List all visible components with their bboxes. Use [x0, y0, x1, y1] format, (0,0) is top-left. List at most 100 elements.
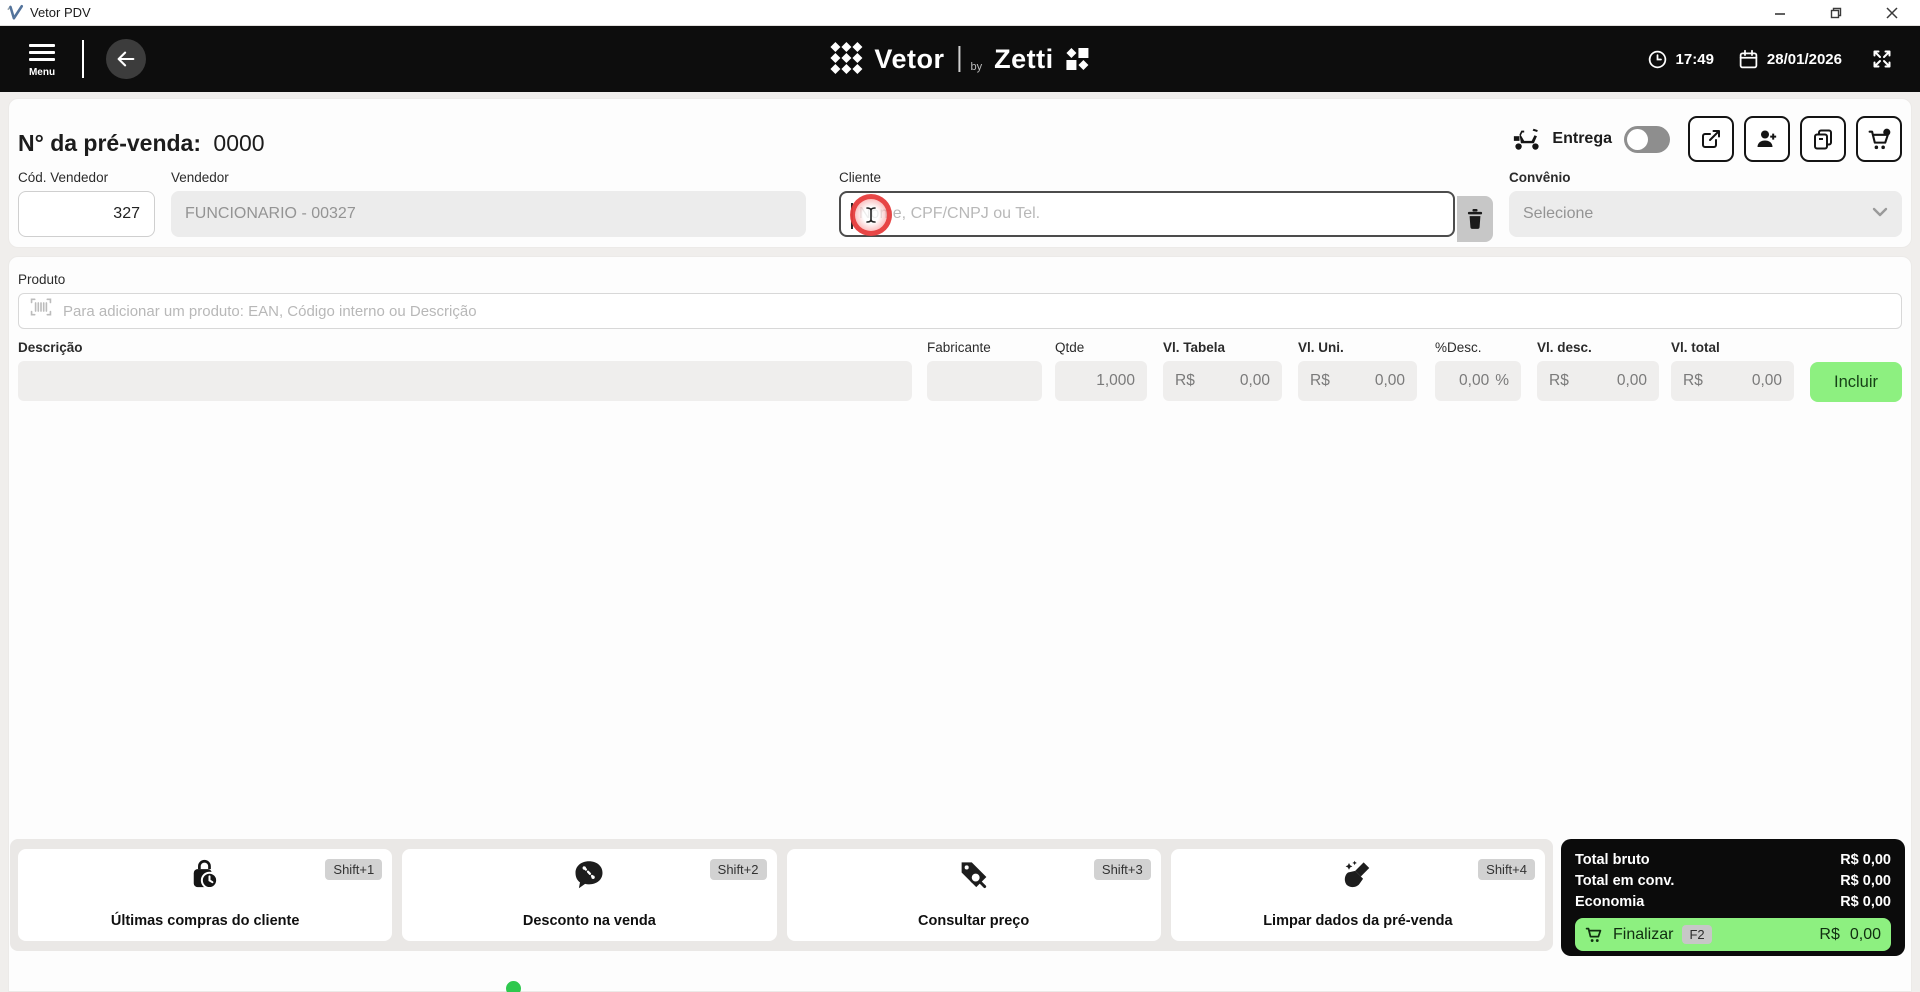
currency-symbol: R$ [1683, 372, 1703, 389]
copy-icon [1814, 129, 1832, 150]
header-divider [82, 40, 84, 78]
currency-symbol: R$ [1310, 372, 1330, 389]
shortcut-key-badge: Shift+1 [325, 859, 383, 880]
add-client-button[interactable] [1744, 116, 1790, 162]
fabricante-label: Fabricante [927, 340, 991, 355]
brand-company: Zetti [994, 43, 1054, 74]
finalizar-label: Finalizar [1613, 925, 1674, 943]
vl-tabela-field: Vl. Tabela R$ 0,00 [1163, 340, 1282, 401]
shortcut-label: Desconto na venda [522, 913, 656, 929]
shortcut-label: Últimas compras do cliente [110, 913, 300, 929]
cart-button[interactable] [1856, 116, 1902, 162]
produto-input[interactable] [18, 293, 1902, 329]
fabricante-value [927, 361, 1042, 401]
calendar-icon [1739, 49, 1758, 68]
back-arrow-icon [117, 51, 135, 67]
currency-symbol: R$ [1175, 372, 1195, 389]
hamburger-icon [29, 40, 55, 65]
cliente-input[interactable] [839, 191, 1455, 237]
vl-tabela-value: R$ 0,00 [1163, 361, 1282, 401]
shortcut-limpar-dados[interactable]: Shift+4 Limpar dados da pré-venda [1170, 849, 1545, 941]
produto-field: Produto [18, 272, 1902, 329]
pdesc-field: %Desc. 0,00 % [1435, 340, 1521, 401]
vl-desc-value: R$ 0,00 [1537, 361, 1659, 401]
status-dot [506, 981, 521, 992]
app-title: Vetor PDV [30, 5, 91, 20]
app-logo-v-icon [7, 4, 24, 20]
restore-icon[interactable] [1808, 0, 1864, 25]
finalizar-value: R$ 0,00 [1819, 926, 1881, 944]
entrega-toggle[interactable] [1624, 125, 1670, 153]
delivery-scooter-icon [1514, 128, 1540, 150]
presale-actions: Entrega [1512, 114, 1902, 164]
header-clock-area: 17:49 28/01/2026 [1647, 46, 1900, 72]
zetti-mark-icon [1066, 48, 1089, 70]
fullscreen-button[interactable] [1864, 46, 1900, 72]
menu-label: Menu [28, 67, 56, 78]
incluir-button[interactable]: Incluir [1810, 362, 1902, 402]
amount: 0,00 [1751, 372, 1782, 389]
person-add-icon [1757, 130, 1777, 147]
shortcut-consultar-preco[interactable]: Shift+3 Consultar preço [786, 849, 1161, 941]
cod-vendedor-label: Cód. Vendedor [18, 170, 109, 185]
fabricante-field: Fabricante [927, 340, 1042, 401]
shortcut-key-badge: Shift+2 [709, 859, 767, 880]
totals-panel: Total bruto R$ 0,00 Total em conv. R$ 0,… [1561, 839, 1905, 956]
produto-label: Produto [18, 272, 66, 287]
header-time: 17:49 [1675, 50, 1714, 68]
convenio-select[interactable]: Selecione [1509, 191, 1902, 237]
amount: 0,00 [1616, 372, 1647, 389]
cliente-label: Cliente [839, 170, 882, 185]
barcode-icon [30, 298, 52, 316]
shortcut-desconto[interactable]: Shift+2 Desconto na venda [402, 849, 777, 941]
convenio-label: Convênio [1509, 170, 1571, 185]
menu-button[interactable]: Menu [20, 40, 64, 78]
vl-total-field: Vl. total R$ 0,00 [1671, 340, 1794, 401]
qtde-field: Qtde 1,000 [1055, 340, 1147, 401]
total-value: R$ 0,00 [1840, 852, 1891, 868]
minimize-icon[interactable] [1752, 0, 1808, 25]
pdesc-value: 0,00 % [1435, 361, 1521, 401]
vetor-diamond-grid-icon [830, 42, 863, 74]
vl-desc-label: Vl. desc. [1537, 340, 1592, 355]
clear-cliente-button[interactable] [1457, 196, 1493, 242]
total-label: Total em conv. [1575, 873, 1675, 889]
economia-row: Economia R$ 0,00 [1575, 892, 1891, 913]
finalizar-button[interactable]: Finalizar F2 R$ 0,00 [1575, 918, 1891, 951]
finalizar-key-badge: F2 [1682, 925, 1712, 944]
vl-uni-label: Vl. Uni. [1298, 340, 1344, 355]
shortcut-key-badge: Shift+4 [1478, 859, 1535, 880]
vendedor-label: Vendedor [171, 170, 229, 185]
clock-icon [1648, 50, 1666, 68]
qtde-value: 1,000 [1055, 361, 1147, 401]
entrega-label: Entrega [1552, 130, 1612, 147]
vl-uni-value: R$ 0,00 [1298, 361, 1417, 401]
back-button[interactable] [106, 39, 146, 79]
vendedor-value: FUNCIONARIO - 00327 [171, 191, 806, 237]
cod-vendedor-input[interactable] [18, 191, 155, 237]
discount-bubble-icon [575, 861, 603, 889]
chevron-down-icon [1872, 207, 1888, 217]
copy-button[interactable] [1800, 116, 1846, 162]
amount: 0,00 [1239, 372, 1270, 389]
brand-name: Vetor [874, 43, 945, 74]
app-header: Menu Vetor by Zetti 17:49 28/01/2026 [0, 26, 1920, 92]
text-caret [851, 203, 853, 229]
total-bruto-row: Total bruto R$ 0,00 [1575, 850, 1891, 871]
descricao-value [18, 361, 912, 401]
close-icon[interactable] [1864, 0, 1920, 25]
shortcut-ultimas-compras[interactable]: Shift+1 Últimas compras do cliente [18, 849, 393, 941]
presale-number: 0000 [213, 130, 265, 156]
header-date: 28/01/2026 [1766, 50, 1842, 68]
total-label: Economia [1575, 894, 1645, 910]
share-icon [1702, 130, 1720, 148]
cart-icon [1585, 927, 1602, 942]
bag-clock-icon [193, 859, 219, 890]
toggle-knob [1627, 128, 1648, 150]
descricao-label: Descrição [18, 340, 83, 355]
presale-label: N° da pré-venda: [18, 130, 202, 156]
share-button[interactable] [1688, 116, 1734, 162]
page-title: N° da pré-venda: 0000 [18, 130, 265, 157]
convenio-field: Convênio Selecione [1509, 170, 1902, 237]
shortcut-panel: Shift+1 Últimas compras do cliente Shift… [10, 839, 1553, 951]
